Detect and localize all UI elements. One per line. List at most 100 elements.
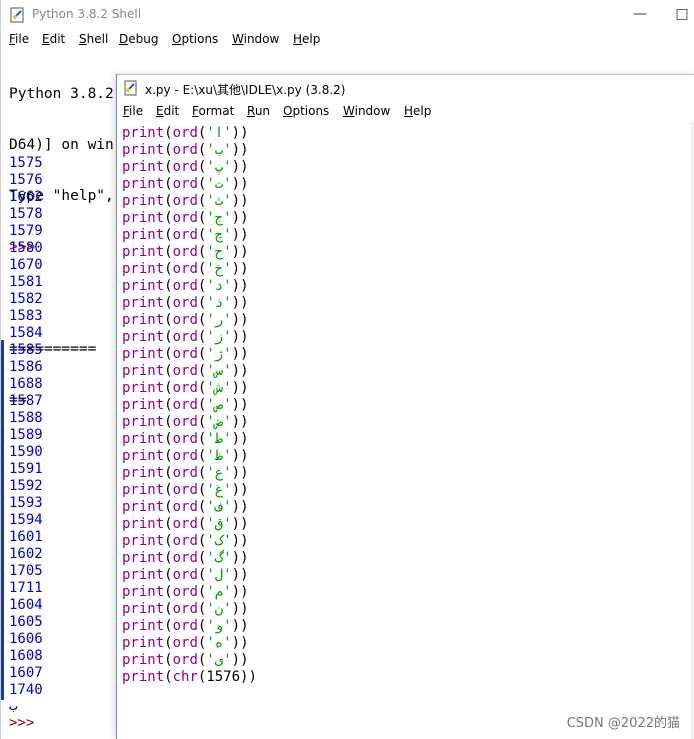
string-literal: 'ق' [206,516,232,532]
code-line[interactable]: print(ord('گ')) [122,550,257,567]
code-line[interactable]: print(ord('ق')) [122,516,257,533]
code-line[interactable]: print(ord('ع')) [122,465,257,482]
shell-output-value: 1579 [9,223,43,239]
shell-output-value: 1591 [9,461,43,477]
arabic-char: چ [214,227,224,243]
arabic-char: س [214,363,224,379]
paren: ( [164,142,173,158]
paren: )) [231,261,249,277]
code-line[interactable]: print(ord('ک')) [122,533,257,550]
code-line[interactable]: print(ord('ز')) [122,329,257,346]
editor-menu-run[interactable]: Run [247,104,270,118]
code-line[interactable]: print(ord('ذ')) [122,295,257,312]
paren: ( [164,465,173,481]
ord-keyword: ord [172,482,198,498]
code-line[interactable]: print(ord('م')) [122,584,257,601]
paren: )) [231,210,249,226]
print-keyword: print [122,601,165,617]
arabic-char: م [214,584,224,600]
print-keyword: print [122,312,165,328]
arabic-char: ز [214,329,224,345]
editor-menubar: File Edit Format Run Options Window Help [117,102,694,122]
code-line[interactable]: print(ord('ت')) [122,176,257,193]
code-line[interactable]: print(ord('ث')) [122,193,257,210]
editor-titlebar[interactable]: x.py - E:\xu\其他\IDLE\x.py (3.8.2) [117,74,694,101]
code-line[interactable]: print(ord('ج')) [122,210,257,227]
string-literal: 'خ' [206,261,232,277]
shell-titlebar[interactable]: Python 3.8.2 Shell — □ [1,0,694,30]
code-line[interactable]: print(ord('ف')) [122,499,257,516]
editor-menu-window[interactable]: Window [343,104,390,118]
editor-menu-file[interactable]: File [123,104,143,118]
shell-prompt-final[interactable]: >>> [9,715,34,731]
arabic-char: ت [214,176,224,192]
ord-keyword: ord [172,244,198,260]
print-keyword: print [122,431,165,447]
shell-output-value: 1605 [9,614,43,630]
paren: ( [164,210,173,226]
paren: )) [231,431,249,447]
string-literal: 'ر' [206,312,232,328]
editor-menu-format[interactable]: Format [192,104,234,118]
code-line[interactable]: print(ord('ر')) [122,312,257,329]
code-line[interactable]: print(ord('ل')) [122,567,257,584]
print-keyword: print [122,329,165,345]
shell-menu-shell[interactable]: Shell [79,32,108,46]
code-line[interactable]: print(ord('و')) [122,618,257,635]
code-area[interactable]: print(ord('ا')) print(ord('ب')) print(ord(… [122,125,257,686]
code-line[interactable]: print(ord('چ')) [122,227,257,244]
print-keyword: print [122,193,165,209]
shell-menu-help[interactable]: Help [293,32,320,46]
print-keyword: print [122,125,165,141]
code-line[interactable]: print(ord('ح')) [122,244,257,261]
code-line[interactable]: print(ord('خ')) [122,261,257,278]
string-literal: 'م' [206,584,232,600]
shell-output-value: 1705 [9,563,43,579]
code-line[interactable]: print(ord('د')) [122,278,257,295]
code-line[interactable]: print(ord('پ')) [122,159,257,176]
arabic-char: ر [214,312,224,328]
code-line[interactable]: print(ord('ط')) [122,431,257,448]
print-keyword: print [122,227,165,243]
string-literal: 'س' [206,363,232,379]
code-line[interactable]: print(ord('ه')) [122,635,257,652]
shell-menu-options[interactable]: Options [172,32,218,46]
shell-output-value: 1588 [9,410,43,426]
code-line[interactable]: print(ord('ض')) [122,414,257,431]
arabic-char: و [214,618,224,634]
paren: ( [164,397,173,413]
code-line[interactable]: print(ord('ژ')) [122,346,257,363]
paren: ( [164,244,173,260]
editor-menu-options[interactable]: Options [283,104,329,118]
string-literal: 'ب' [206,142,232,158]
paren: ( [164,482,173,498]
paren: )) [231,465,249,481]
shell-menu-file[interactable]: File [9,32,29,46]
paren: ( [164,431,173,447]
ord-keyword: ord [172,601,198,617]
code-line[interactable]: print(ord('ن')) [122,601,257,618]
code-line[interactable]: print(ord('غ')) [122,482,257,499]
maximize-icon[interactable]: □ [672,4,692,24]
code-line[interactable]: print(ord('س')) [122,363,257,380]
editor-menu-help[interactable]: Help [404,104,431,118]
editor-menu-edit[interactable]: Edit [156,104,179,118]
shell-output-value: 1586 [9,359,43,375]
ord-keyword: ord [172,261,198,277]
print-keyword: print [122,533,165,549]
code-line[interactable]: print(ord('ص')) [122,397,257,414]
shell-output-value: 1662 [9,189,43,205]
shell-menu-window[interactable]: Window [232,32,279,46]
code-line[interactable]: print(ord('ب')) [122,142,257,159]
string-literal: 'ا' [206,125,232,141]
code-line[interactable]: print(ord('ی')) [122,652,257,669]
code-line-chr[interactable]: print(chr(1576)) [122,669,257,686]
minimize-icon[interactable]: — [630,4,650,24]
code-line[interactable]: print(ord('ش')) [122,380,257,397]
paren: ( [164,533,173,549]
shell-menu-debug[interactable]: Debug [119,32,158,46]
code-line[interactable]: print(ord('ظ')) [122,448,257,465]
string-literal: 'ط' [206,431,232,447]
code-line[interactable]: print(ord('ا')) [122,125,257,142]
shell-menu-edit[interactable]: Edit [42,32,65,46]
